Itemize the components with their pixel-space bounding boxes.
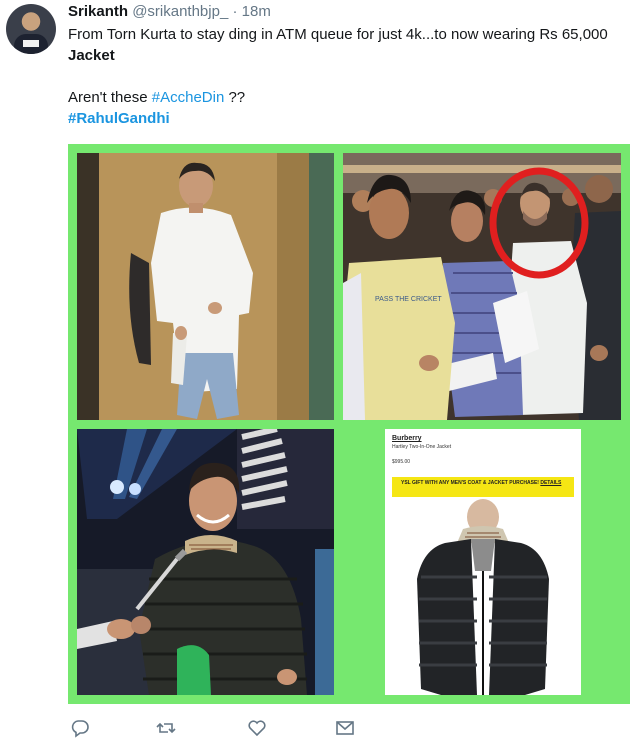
tweet-line-3-end: ?? [224,89,246,106]
message-icon[interactable] [335,718,355,738]
avatar-badge [23,40,39,47]
product-price: $995.00 [392,459,411,465]
retweet-icon[interactable] [156,718,176,738]
tweet-line-3-text: Aren't these [68,89,152,106]
tweet-line-1: From Torn Kurta to stay ding in ATM queu… [68,26,608,43]
like-icon[interactable] [247,718,267,738]
tweet-line-3: Aren't these #AccheDin ?? [68,87,628,108]
product-card: Burberry Hartley Two-In-One Jacket $995.… [385,429,581,695]
author-handle[interactable]: @srikanthbjp_ [132,3,228,20]
author-name[interactable]: Srikanth [68,3,128,20]
promo-details-link[interactable]: DETAILS [540,480,561,486]
tweet-time[interactable]: 18m [242,3,271,20]
person-white-kurta [129,162,253,419]
promo-banner: YSL GIFT WITH ANY MEN'S COAT & JACKET PU… [392,477,574,497]
tweet-header: Srikanth @srikanthbjp_ · 18m [68,2,271,22]
product-name: Hartley Two-In-One Jacket [392,444,452,450]
separator-dot: · [232,3,238,20]
photo-puffer-jacket[interactable] [77,429,334,695]
photo-atm-queue[interactable]: PASS THE CRICKET [343,153,621,420]
hashtag-rahulgandhi[interactable]: #RahulGandhi [68,108,628,129]
avatar[interactable] [6,4,56,54]
tweet-actions [0,718,640,742]
photo-burberry-listing[interactable]: Burberry Hartley Two-In-One Jacket $995.… [343,429,621,695]
tweet-line-2: Jacket [68,47,115,64]
jacket-product-image [417,499,549,695]
stage-scene [77,429,334,695]
reply-icon[interactable] [70,718,90,738]
photo-white-kurta[interactable] [77,153,334,420]
promo-text: YSL GIFT WITH ANY MEN'S COAT & JACKET PU… [401,480,539,486]
product-brand[interactable]: Burberry [392,435,422,442]
crowd-scene: PASS THE CRICKET [343,153,621,420]
tweet-media[interactable]: PASS THE CRICKET Burberry Hartley Two-In… [68,144,630,704]
tweet-text: From Torn Kurta to stay ding in ATM queu… [68,24,628,129]
tile2-shirt-text: PASS THE CRICKET [375,296,442,303]
hashtag-acchedin[interactable]: #AccheDin [152,89,225,106]
